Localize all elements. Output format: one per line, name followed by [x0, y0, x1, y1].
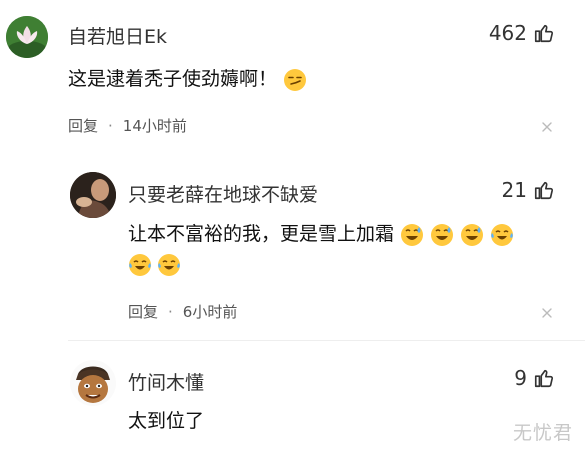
like-count: 9: [514, 366, 527, 390]
grin-sweat-emoji: [401, 223, 424, 246]
comment-time: 6小时前: [182, 303, 238, 321]
like-button[interactable]: 9: [514, 366, 555, 390]
grin-sweat-emoji: [431, 223, 454, 246]
separator-dot: ·: [108, 116, 113, 135]
like-count: 462: [488, 21, 527, 45]
comment-time: 14小时前: [122, 117, 187, 135]
grin-sweat-emoji: [461, 223, 484, 246]
emoji-row: [128, 253, 181, 277]
comment-meta: 回复 · 14小时前: [68, 115, 187, 136]
lotus-avatar-icon: [6, 16, 48, 58]
crying-laugh-emoji: [491, 223, 514, 246]
crying-laugh-emoji: [158, 254, 181, 276]
close-icon[interactable]: [540, 120, 554, 134]
thumbs-up-icon: [534, 24, 554, 43]
comment-username[interactable]: 只要老薛在地球不缺爱: [128, 180, 318, 207]
thumbs-up-icon: [534, 369, 554, 388]
comment-username[interactable]: 自若旭日Ek: [68, 22, 167, 49]
reply-button[interactable]: 回复: [68, 115, 98, 136]
reply-button[interactable]: 回复: [128, 301, 158, 322]
close-icon[interactable]: [540, 306, 554, 320]
avatar-lotus[interactable]: [6, 16, 48, 58]
comment-meta: 回复 · 6小时前: [128, 301, 237, 322]
separator-dot: ·: [168, 302, 173, 321]
comment-text: 太到位了: [128, 410, 205, 432]
person-avatar-icon: [70, 172, 116, 218]
thumbs-up-icon: [534, 181, 554, 200]
like-button[interactable]: 21: [502, 178, 555, 202]
watermark: 无忧君: [512, 422, 573, 444]
divider: [68, 340, 585, 341]
smirk-face-emoji: [284, 68, 307, 91]
comment-text: 让本不富裕的我，更是雪上加霜: [128, 219, 514, 247]
avatar-person[interactable]: [70, 172, 116, 218]
avatar-cartoon[interactable]: [70, 360, 116, 406]
comment-username[interactable]: 竹间木懂: [128, 368, 204, 395]
like-count: 21: [501, 178, 527, 202]
like-button[interactable]: 462: [489, 21, 555, 45]
crying-laugh-emoji: [129, 254, 151, 276]
comment-text: 这是逮着秃子使劲薅啊！: [68, 64, 307, 92]
cartoon-face-avatar-icon: [70, 360, 116, 406]
